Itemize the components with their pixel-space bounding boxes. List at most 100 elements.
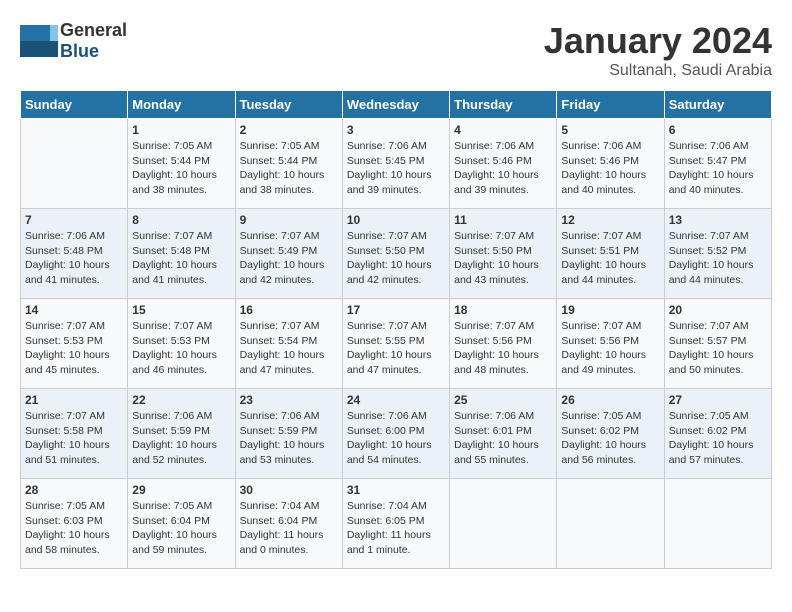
day-number: 9 xyxy=(240,213,338,227)
sunset-text: Sunset: 6:04 PM xyxy=(240,515,318,527)
cell-content: Sunrise: 7:07 AMSunset: 5:56 PMDaylight:… xyxy=(561,319,659,378)
calendar-cell: 12Sunrise: 7:07 AMSunset: 5:51 PMDayligh… xyxy=(557,209,664,299)
sunset-text: Sunset: 6:01 PM xyxy=(454,425,532,437)
calendar-cell: 31Sunrise: 7:04 AMSunset: 6:05 PMDayligh… xyxy=(342,479,449,569)
calendar-cell: 29Sunrise: 7:05 AMSunset: 6:04 PMDayligh… xyxy=(128,479,235,569)
daylight-text: Daylight: 10 hours and 38 minutes. xyxy=(132,169,217,196)
calendar-cell: 15Sunrise: 7:07 AMSunset: 5:53 PMDayligh… xyxy=(128,299,235,389)
sunset-text: Sunset: 5:58 PM xyxy=(25,425,103,437)
daylight-text: Daylight: 10 hours and 47 minutes. xyxy=(347,349,432,376)
sunrise-text: Sunrise: 7:07 AM xyxy=(669,320,749,332)
cell-content: Sunrise: 7:07 AM Sunset: 5:55 PM Daylight:… xyxy=(347,319,445,378)
page-header: General Blue January 2024 Sultanah, Saud… xyxy=(20,20,772,80)
daylight-text: Daylight: 10 hours and 40 minutes. xyxy=(669,169,754,196)
cell-content: Sunrise: 7:07 AMSunset: 5:56 PMDaylight:… xyxy=(454,319,552,378)
cell-content: Sunrise: 7:07 AMSunset: 5:48 PMDaylight:… xyxy=(132,229,230,288)
daylight-text: Daylight: 10 hours and 41 minutes. xyxy=(132,259,217,286)
sunset-text: Sunset: 5:55 PM xyxy=(347,335,425,347)
calendar-cell: 28Sunrise: 7:05 AMSunset: 6:03 PMDayligh… xyxy=(21,479,128,569)
cell-content: Sunrise: 7:05 AM Sunset: 5:44 PM Daylight:… xyxy=(132,139,230,198)
sunrise-text: Sunrise: 7:07 AM xyxy=(561,230,641,242)
month-year-title: January 2024 xyxy=(544,20,772,62)
logo-icon xyxy=(20,25,58,57)
daylight-text: Daylight: 10 hours and 51 minutes. xyxy=(25,439,110,466)
calendar-cell: 23Sunrise: 7:06 AMSunset: 5:59 PMDayligh… xyxy=(235,389,342,479)
sunset-text: Sunset: 5:45 PM xyxy=(347,155,425,167)
sunrise-text: Sunrise: 7:07 AM xyxy=(132,230,212,242)
sunrise-text: Sunrise: 7:06 AM xyxy=(25,230,105,242)
day-number: 24 xyxy=(347,393,445,407)
daylight-text: Daylight: 10 hours and 44 minutes. xyxy=(561,259,646,286)
daylight-text: Daylight: 10 hours and 57 minutes. xyxy=(669,439,754,466)
daylight-text: Daylight: 10 hours and 41 minutes. xyxy=(25,259,110,286)
sunset-text: Sunset: 5:59 PM xyxy=(132,425,210,437)
daylight-text: Daylight: 10 hours and 42 minutes. xyxy=(347,259,432,286)
day-number: 26 xyxy=(561,393,659,407)
calendar-cell: 8 Sunrise: 7:07 AMSunset: 5:48 PMDaylight… xyxy=(128,209,235,299)
sunrise-text: Sunrise: 7:07 AM xyxy=(454,320,534,332)
calendar-cell: 5Sunrise: 7:06 AMSunset: 5:46 PMDaylight… xyxy=(557,119,664,209)
day-number: 28 xyxy=(25,483,123,497)
day-number: 19 xyxy=(561,303,659,317)
day-number: 1 xyxy=(132,123,230,137)
sunrise-text: Sunrise: 7:07 AM xyxy=(25,410,105,422)
sunset-text: Sunset: 6:05 PM xyxy=(347,515,425,527)
sunset-text: Sunset: 5:53 PM xyxy=(132,335,210,347)
calendar-cell xyxy=(557,479,664,569)
calendar-cell: 30Sunrise: 7:04 AMSunset: 6:04 PMDayligh… xyxy=(235,479,342,569)
daylight-text: Daylight: 10 hours and 44 minutes. xyxy=(669,259,754,286)
cell-content: Sunrise: 7:06 AMSunset: 5:47 PMDaylight:… xyxy=(669,139,767,198)
calendar-cell: 7Sunrise: 7:06 AMSunset: 5:48 PMDaylight… xyxy=(21,209,128,299)
calendar-cell: 1 Sunrise: 7:05 AM Sunset: 5:44 PM Daylight… xyxy=(128,119,235,209)
calendar-cell: 13Sunrise: 7:07 AMSunset: 5:52 PMDayligh… xyxy=(664,209,771,299)
calendar-cell: 16Sunrise: 7:07 AMSunset: 5:54 PMDayligh… xyxy=(235,299,342,389)
calendar-week-row: 28Sunrise: 7:05 AMSunset: 6:03 PMDayligh… xyxy=(21,479,772,569)
sunset-text: Sunset: 5:57 PM xyxy=(669,335,747,347)
day-number: 8 xyxy=(132,213,230,227)
daylight-text: Daylight: 10 hours and 46 minutes. xyxy=(132,349,217,376)
logo: General Blue xyxy=(20,20,127,62)
cell-content: Sunrise: 7:06 AMSunset: 6:00 PMDaylight:… xyxy=(347,409,445,468)
day-number: 4 xyxy=(454,123,552,137)
daylight-text: Daylight: 10 hours and 49 minutes. xyxy=(561,349,646,376)
sunrise-text: Sunrise: 7:07 AM xyxy=(347,320,427,332)
day-number: 30 xyxy=(240,483,338,497)
day-number: 21 xyxy=(25,393,123,407)
sunrise-text: Sunrise: 7:05 AM xyxy=(132,140,212,152)
cell-content: Sunrise: 7:05 AMSunset: 5:44 PMDaylight:… xyxy=(240,139,338,198)
daylight-text: Daylight: 10 hours and 38 minutes. xyxy=(240,169,325,196)
day-number: 16 xyxy=(240,303,338,317)
calendar-cell: 18Sunrise: 7:07 AMSunset: 5:56 PMDayligh… xyxy=(450,299,557,389)
day-number: 15 xyxy=(132,303,230,317)
cell-content: Sunrise: 7:07 AM Sunset: 5:57 PM Daylight:… xyxy=(669,319,767,378)
daylight-text: Daylight: 10 hours and 54 minutes. xyxy=(347,439,432,466)
daylight-text: Daylight: 10 hours and 42 minutes. xyxy=(240,259,325,286)
cell-content: Sunrise: 7:07 AMSunset: 5:53 PMDaylight:… xyxy=(25,319,123,378)
calendar-cell xyxy=(450,479,557,569)
day-number: 13 xyxy=(669,213,767,227)
logo-blue-text: Blue xyxy=(60,41,99,61)
sunset-text: Sunset: 5:54 PM xyxy=(240,335,318,347)
calendar-cell: 10Sunrise: 7:07 AMSunset: 5:50 PMDayligh… xyxy=(342,209,449,299)
sunset-text: Sunset: 5:44 PM xyxy=(132,155,210,167)
calendar-week-row: 7Sunrise: 7:06 AMSunset: 5:48 PMDaylight… xyxy=(21,209,772,299)
calendar-cell xyxy=(664,479,771,569)
calendar-cell: 19 Sunrise: 7:07 AMSunset: 5:56 PMDayligh… xyxy=(557,299,664,389)
sunrise-text: Sunrise: 7:06 AM xyxy=(561,140,641,152)
cell-content: Sunrise: 7:06 AMSunset: 5:59 PMDaylight:… xyxy=(132,409,230,468)
day-number: 7 xyxy=(25,213,123,227)
daylight-text: Daylight: 10 hours and 50 minutes. xyxy=(669,349,754,376)
sunrise-text: Sunrise: 7:06 AM xyxy=(347,140,427,152)
cell-content: Sunrise: 7:07 AMSunset: 5:50 PMDaylight:… xyxy=(454,229,552,288)
calendar-cell: 21 Sunrise: 7:07 AM Sunset: 5:58 PM Dayligh… xyxy=(21,389,128,479)
sunrise-text: Sunrise: 7:04 AM xyxy=(347,500,427,512)
cell-content: Sunrise: 7:06 AMSunset: 5:45 PMDaylight:… xyxy=(347,139,445,198)
cell-content: Sunrise: 7:06 AMSunset: 5:46 PMDaylight:… xyxy=(454,139,552,198)
cell-content: Sunrise: 7:07 AM Sunset: 5:58 PM Daylight:… xyxy=(25,409,123,468)
calendar-header-row: SundayMondayTuesdayWednesdayThursdayFrid… xyxy=(21,91,772,119)
sunrise-text: Sunrise: 7:05 AM xyxy=(25,500,105,512)
weekday-header: Friday xyxy=(557,91,664,119)
calendar-week-row: 21 Sunrise: 7:07 AM Sunset: 5:58 PM Dayligh… xyxy=(21,389,772,479)
daylight-text: Daylight: 10 hours and 40 minutes. xyxy=(561,169,646,196)
sunrise-text: Sunrise: 7:07 AM xyxy=(240,320,320,332)
